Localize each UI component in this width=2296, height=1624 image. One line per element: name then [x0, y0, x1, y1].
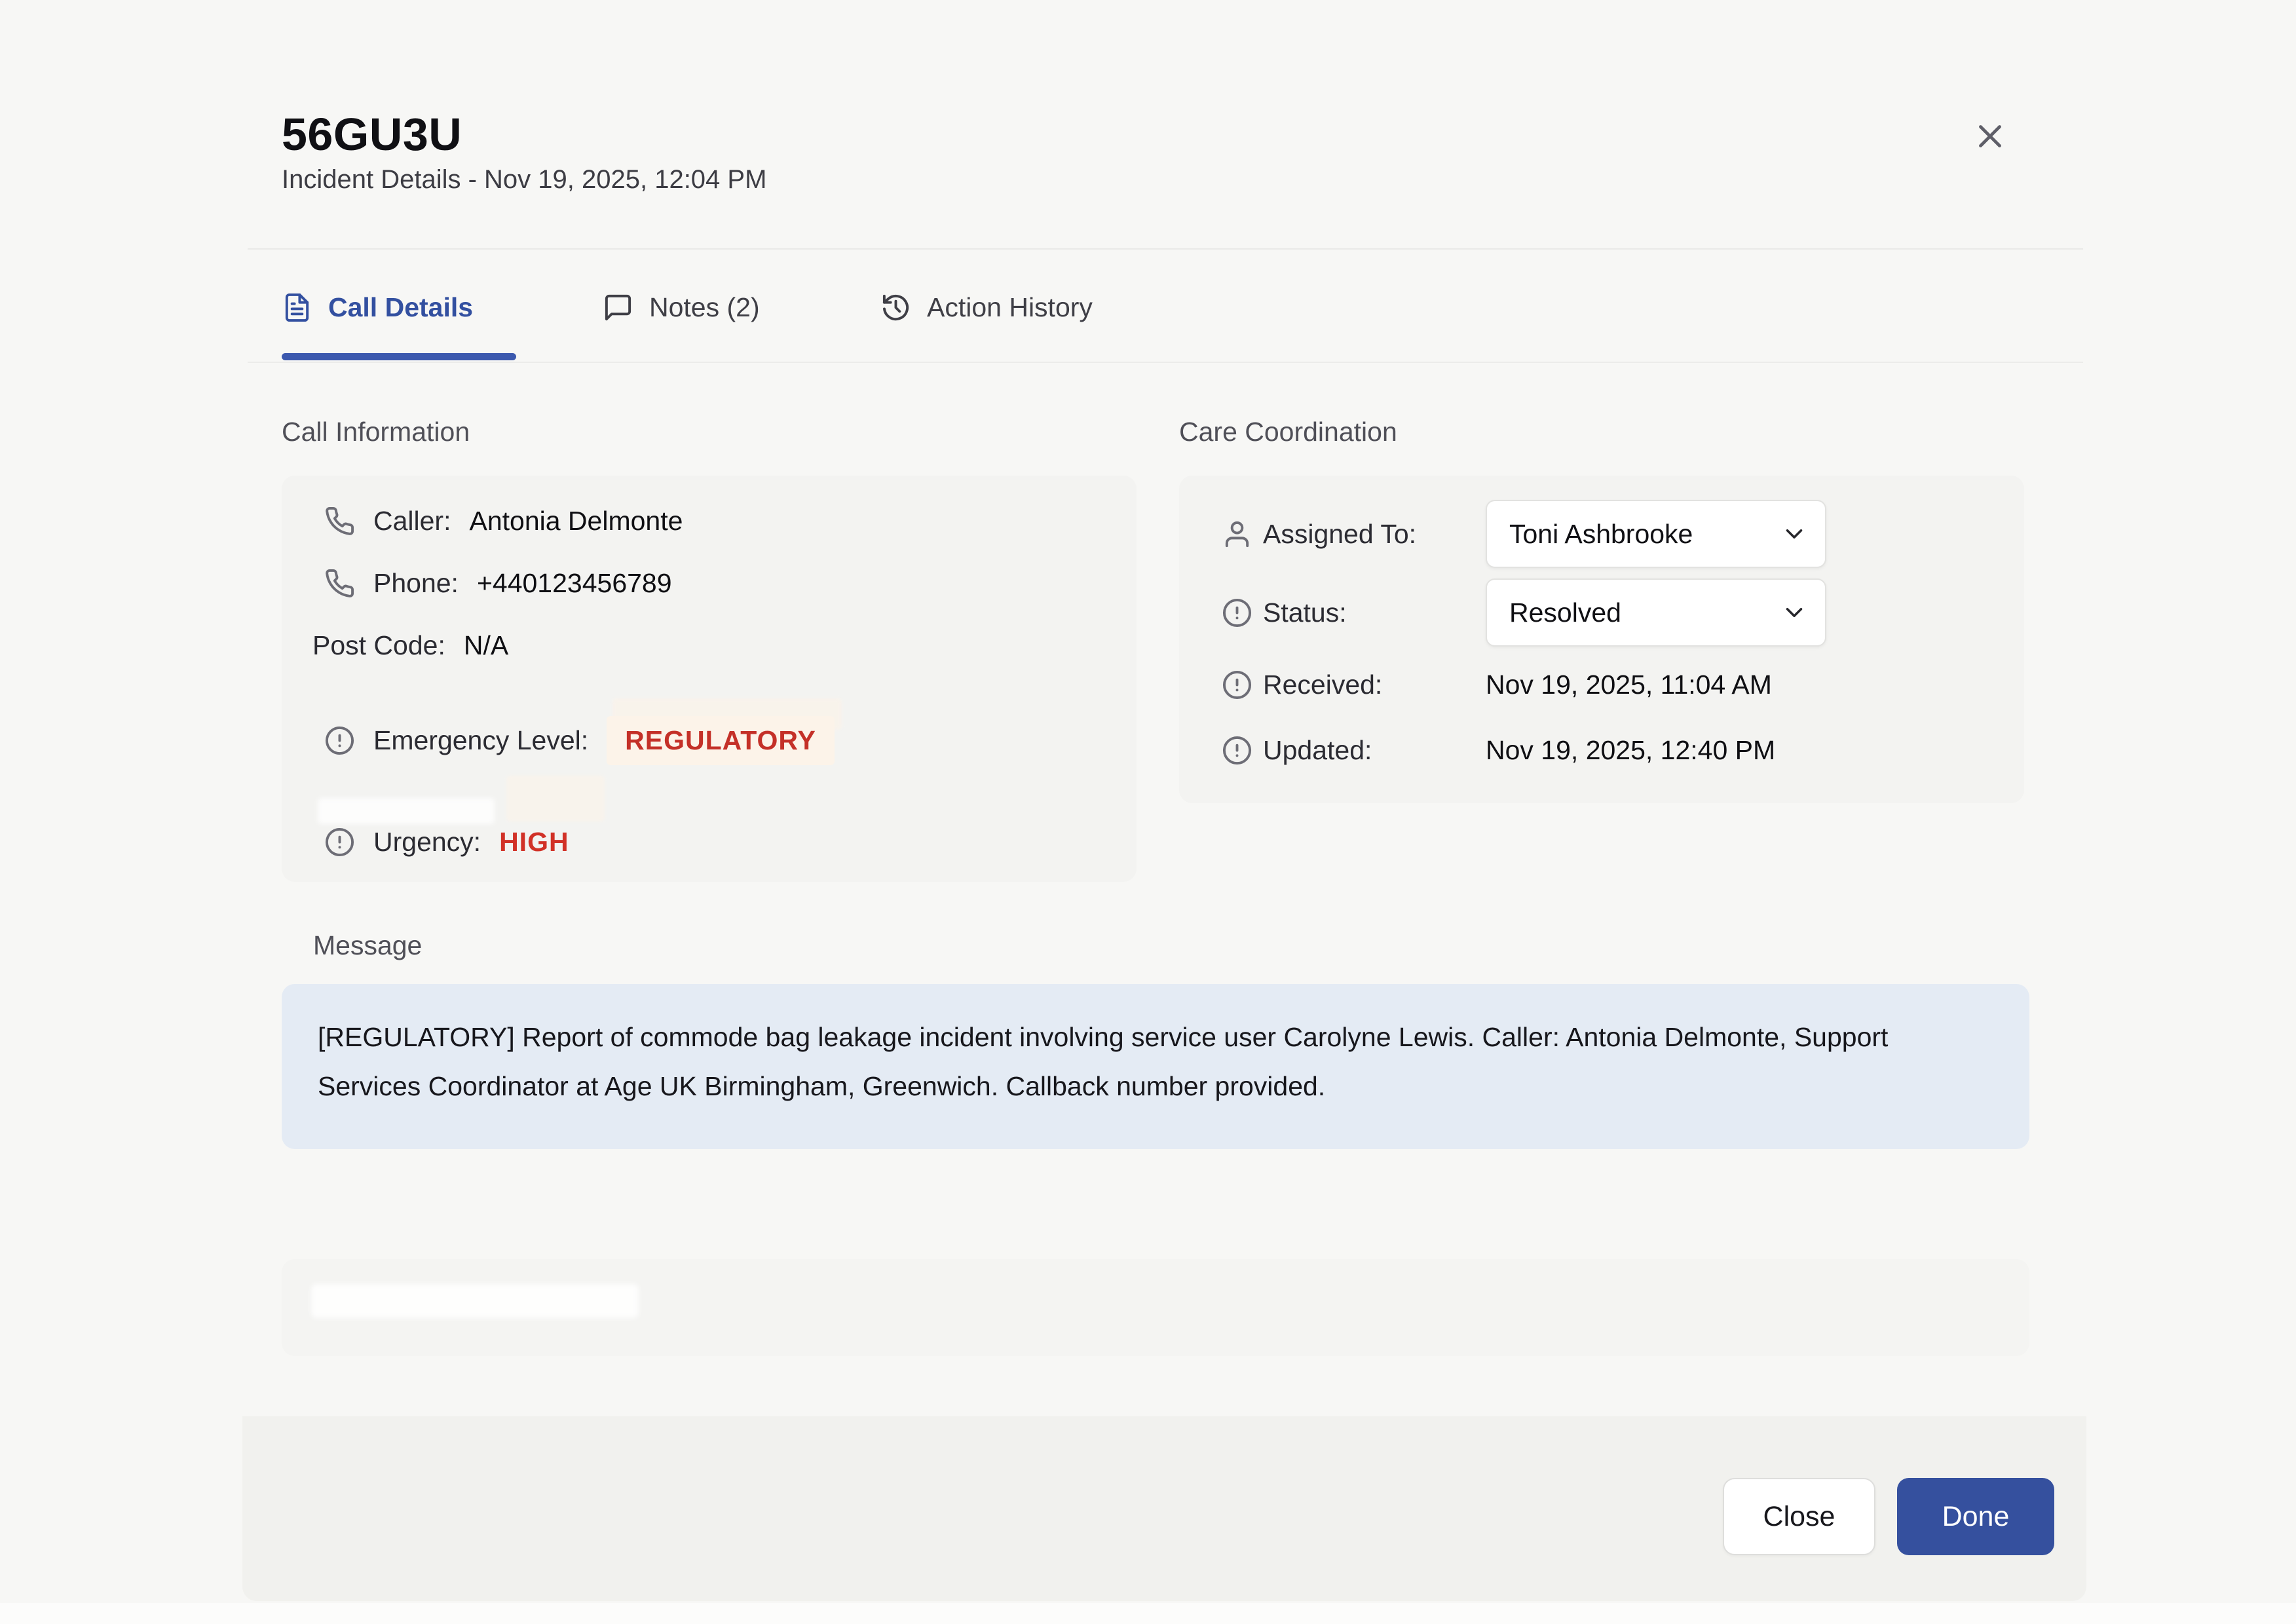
status-select[interactable]: Resolved [1486, 578, 1826, 647]
phone-label: Phone: [373, 568, 459, 599]
caller-value: Antonia Delmonte [469, 506, 683, 537]
tab-call-details[interactable]: Call Details [282, 292, 473, 323]
caller-row: Caller: Antonia Delmonte [324, 498, 683, 544]
care-coordination-card: Assigned To: Toni Ashbrooke Status: Reso… [1179, 476, 2024, 803]
caller-label: Caller: [373, 506, 451, 537]
done-button[interactable]: Done [1897, 1478, 2054, 1555]
assigned-to-row: Assigned To: Toni Ashbrooke [1222, 500, 1826, 568]
chevron-down-icon [1780, 599, 1808, 626]
call-information-title: Call Information [282, 417, 470, 447]
tab-action-history[interactable]: Action History [880, 292, 1093, 323]
updated-label: Updated: [1263, 735, 1486, 766]
faded-text-artifact [311, 1284, 639, 1318]
tabbar-divider [248, 362, 2083, 363]
alert-circle-icon [324, 827, 355, 858]
postcode-row: Post Code: N/A [312, 622, 508, 668]
tab-notes[interactable]: Notes (2) [603, 292, 760, 323]
alert-circle-icon [324, 725, 355, 756]
updated-row: Updated: Nov 19, 2025, 12:40 PM [1222, 730, 1775, 770]
empty-panel [282, 1259, 2029, 1356]
assigned-to-select[interactable]: Toni Ashbrooke [1486, 500, 1826, 568]
alert-circle-icon [1222, 735, 1252, 766]
page-bottom-strip [0, 1603, 2296, 1624]
alert-circle-icon [1222, 597, 1252, 628]
active-tab-underline [282, 353, 516, 360]
highlight-artifact [506, 776, 605, 821]
phone-icon [324, 568, 355, 599]
alert-circle-icon [1222, 670, 1252, 700]
updated-value: Nov 19, 2025, 12:40 PM [1486, 735, 1775, 766]
phone-icon [324, 506, 355, 537]
received-row: Received: Nov 19, 2025, 11:04 AM [1222, 665, 1772, 704]
tab-label: Action History [927, 292, 1093, 323]
received-label: Received: [1263, 670, 1486, 700]
chevron-down-icon [1780, 520, 1808, 548]
urgency-label: Urgency: [373, 827, 481, 858]
assigned-to-label: Assigned To: [1263, 519, 1486, 550]
postcode-value: N/A [464, 630, 508, 661]
page-subtitle: Incident Details - Nov 19, 2025, 12:04 P… [282, 165, 766, 195]
file-text-icon [282, 292, 312, 323]
emergency-level-label: Emergency Level: [373, 725, 588, 756]
header-divider [248, 248, 2083, 250]
assigned-to-value: Toni Ashbrooke [1509, 519, 1693, 550]
urgency-value: HIGH [499, 827, 569, 858]
person-icon [1222, 519, 1252, 550]
status-row: Status: Resolved [1222, 578, 1826, 647]
message-box: [REGULATORY] Report of commode bag leaka… [282, 984, 2029, 1149]
message-title: Message [313, 930, 422, 961]
done-button-label: Done [1942, 1501, 2010, 1533]
emergency-level-badge: REGULATORY [607, 716, 835, 765]
call-information-card: Caller: Antonia Delmonte Phone: +4401234… [282, 476, 1137, 882]
urgency-row: Urgency: HIGH [324, 819, 569, 865]
received-value: Nov 19, 2025, 11:04 AM [1486, 670, 1772, 700]
emergency-level-row: Emergency Level: REGULATORY [324, 717, 835, 763]
page-title: 56GU3U [282, 108, 462, 161]
close-button[interactable]: Close [1723, 1478, 1875, 1555]
phone-value: +440123456789 [477, 568, 672, 599]
status-value: Resolved [1509, 597, 1621, 628]
status-label: Status: [1263, 597, 1486, 628]
history-clock-icon [880, 292, 911, 323]
close-icon[interactable] [1963, 109, 2018, 164]
tab-label: Notes (2) [649, 292, 760, 323]
close-button-label: Close [1763, 1501, 1835, 1533]
incident-details-modal: 56GU3U Incident Details - Nov 19, 2025, … [0, 0, 2296, 1624]
tab-label: Call Details [328, 292, 473, 323]
phone-row: Phone: +440123456789 [324, 560, 672, 606]
message-text: [REGULATORY] Report of commode bag leaka… [318, 1013, 1903, 1111]
care-coordination-title: Care Coordination [1179, 417, 1397, 447]
chat-bubble-icon [603, 292, 633, 323]
postcode-label: Post Code: [312, 630, 445, 661]
